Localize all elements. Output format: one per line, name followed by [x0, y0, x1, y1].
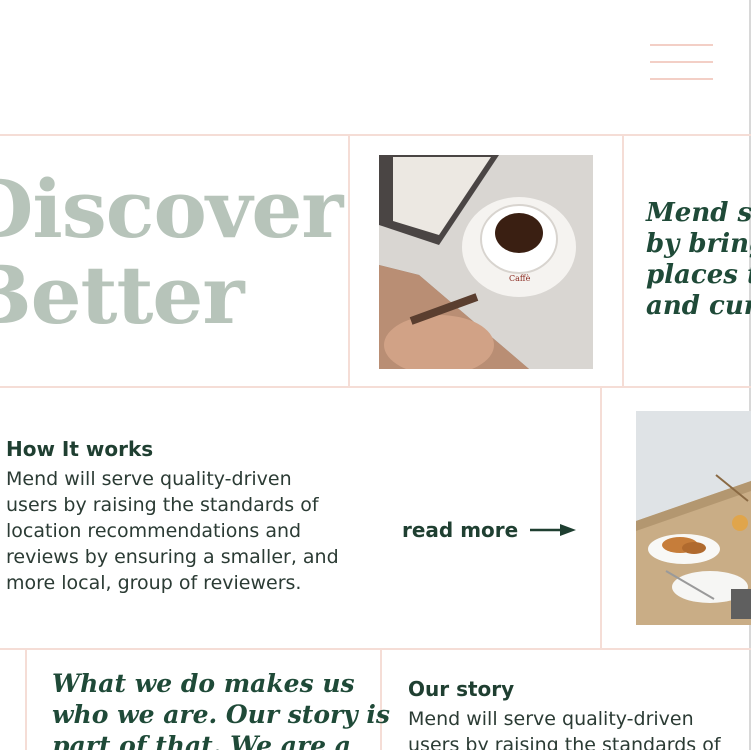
tagline-line: by bringi: [646, 229, 751, 259]
svg-text:Caffè: Caffè: [509, 274, 531, 283]
divider: [25, 648, 27, 750]
hamburger-line: [650, 61, 713, 63]
tagline-line: and curio: [646, 291, 751, 321]
divider: [0, 134, 751, 136]
divider: [0, 386, 751, 388]
read-more-label: read more: [402, 518, 519, 542]
hero-line: Better: [0, 248, 244, 342]
how-it-works-title: How It works: [6, 437, 154, 461]
divider: [600, 386, 602, 649]
divider: [0, 648, 751, 650]
arrow-right-icon: [530, 524, 577, 536]
tagline: Mend sta by bringi places to and curio: [646, 198, 751, 322]
hamburger-menu-icon[interactable]: [650, 44, 713, 82]
hamburger-line: [650, 44, 713, 46]
tagline-line: Mend sta: [646, 198, 751, 228]
body-line: Mend will serve quality-driven: [408, 708, 694, 730]
hero-line: Discover: [0, 162, 343, 256]
hero-heading: Discover Better: [0, 166, 364, 338]
what-we-do-line: part of that. We are a: [52, 731, 351, 750]
what-we-do-line: What we do makes us: [52, 669, 355, 698]
body-line: reviews by ensuring a smaller, and: [6, 546, 339, 568]
our-story-title: Our story: [408, 677, 515, 701]
how-it-works-body: Mend will serve quality-driven users by …: [6, 466, 339, 596]
our-story-body: Mend will serve quality-driven users by …: [408, 706, 721, 750]
hamburger-line: [650, 78, 713, 80]
breakfast-photo: [636, 411, 751, 625]
body-line: location recommendations and: [6, 520, 302, 542]
divider: [622, 134, 624, 387]
coffee-photo: Caffè: [379, 155, 593, 369]
read-more-link[interactable]: read more: [402, 518, 577, 542]
body-line: more local, group of reviewers.: [6, 572, 302, 594]
tagline-line: places to: [646, 260, 751, 290]
body-line: users by raising the standards of: [408, 734, 721, 750]
what-we-do-text: What we do makes us who we are. Our stor…: [52, 668, 390, 750]
body-line: users by raising the standards of: [6, 494, 319, 516]
what-we-do-line: who we are. Our story is: [52, 700, 390, 729]
body-line: Mend will serve quality-driven: [6, 468, 292, 490]
